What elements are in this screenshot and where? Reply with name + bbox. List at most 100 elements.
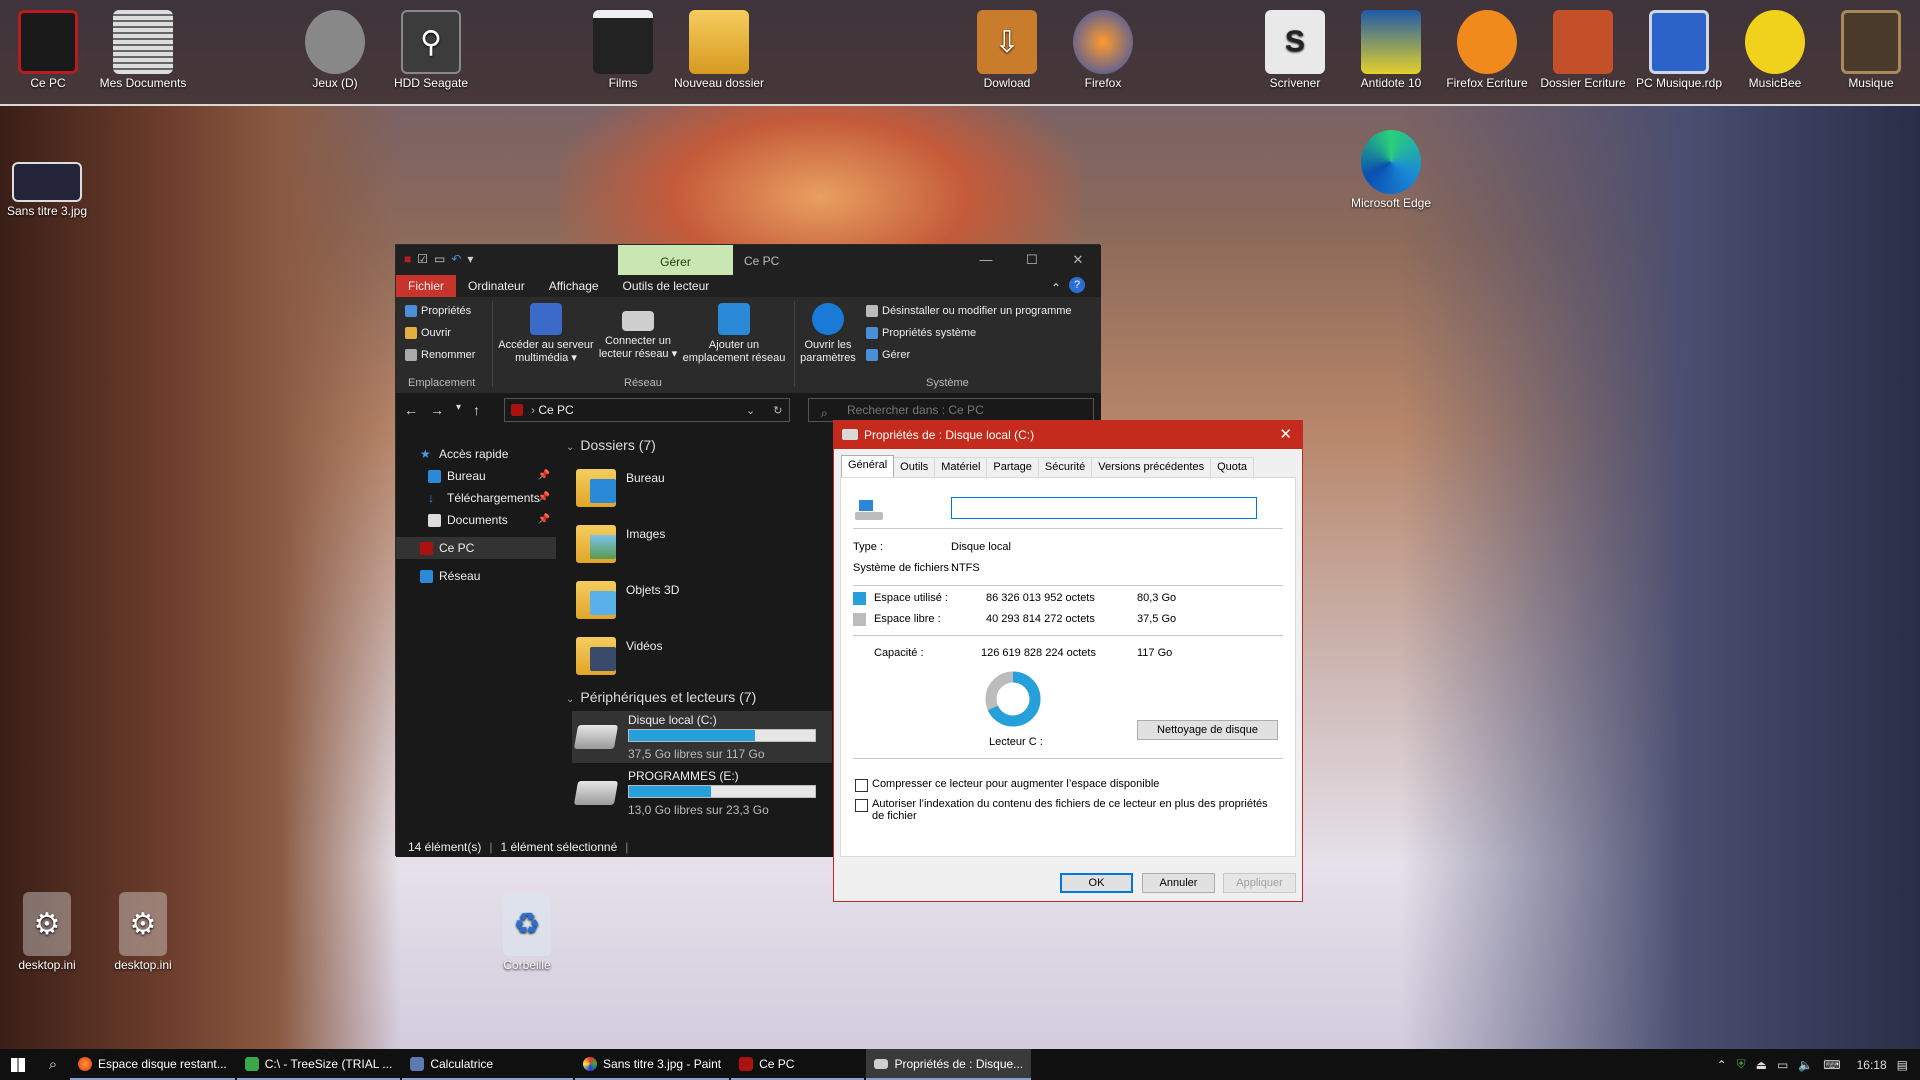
help-icon[interactable]: ? bbox=[1069, 277, 1085, 293]
volume-label-input[interactable] bbox=[951, 497, 1257, 519]
desktop-icon-scrivener[interactable]: S Scrivener bbox=[1250, 10, 1340, 90]
taskbar-item-proprietes[interactable]: Propriétés de : Disque... bbox=[866, 1049, 1032, 1080]
dialog-titlebar[interactable]: Propriétés de : Disque local (C:) ✕ bbox=[834, 421, 1302, 449]
chevron-down-icon[interactable]: ▾ bbox=[467, 252, 473, 266]
desktop-icon-firefox[interactable]: Firefox bbox=[1058, 10, 1148, 90]
forward-icon[interactable]: → bbox=[430, 402, 444, 418]
clock[interactable]: 16:18 bbox=[1857, 1058, 1887, 1072]
ok-button[interactable]: OK bbox=[1060, 873, 1133, 893]
tab-outils-de-lecteur[interactable]: Outils de lecteur bbox=[611, 275, 722, 297]
close-button[interactable]: ✕ bbox=[1055, 245, 1101, 275]
ribbon-gerer[interactable]: Gérer bbox=[866, 349, 910, 361]
nav-acces-rapide[interactable]: ★ Accès rapide bbox=[396, 443, 556, 465]
volume-icon[interactable]: 🔈 bbox=[1798, 1058, 1813, 1072]
desktop-icon-mes-documents[interactable]: Mes Documents bbox=[98, 10, 188, 90]
taskbar-item-calculatrice[interactable]: Calculatrice bbox=[402, 1049, 574, 1080]
folder-bureau[interactable]: Bureau bbox=[576, 463, 796, 511]
start-button[interactable] bbox=[0, 1049, 36, 1080]
desktop-icon-dossier-ecriture[interactable]: Dossier Ecriture bbox=[1538, 10, 1628, 90]
apply-button[interactable]: Appliquer bbox=[1223, 873, 1296, 893]
ribbon-desinstaller[interactable]: Désinstaller ou modifier un programme bbox=[866, 305, 1072, 317]
desktop-icon-antidote[interactable]: Antidote 10 bbox=[1346, 10, 1436, 90]
drive-e[interactable]: PROGRAMMES (E:) 13,0 Go libres sur 23,3 … bbox=[572, 767, 832, 819]
tray-chevron-icon[interactable]: ⌃ bbox=[1717, 1058, 1727, 1072]
disk-cleanup-button[interactable]: Nettoyage de disque bbox=[1137, 720, 1278, 740]
tab-quota[interactable]: Quota bbox=[1210, 457, 1255, 479]
nav-telechargements[interactable]: ↓ Téléchargements 📌 bbox=[396, 487, 556, 509]
back-icon[interactable]: ← bbox=[404, 402, 418, 418]
close-button[interactable]: ✕ bbox=[1279, 421, 1292, 449]
notifications-icon[interactable]: ▤ bbox=[1897, 1058, 1908, 1072]
drive-c[interactable]: Disque local (C:) 37,5 Go libres sur 117… bbox=[572, 711, 832, 763]
pin-icon[interactable]: 📌 bbox=[538, 465, 550, 487]
ribbon-connecter-lecteur[interactable]: Connecter un lecteur réseau ▾ bbox=[596, 303, 680, 361]
desktop-icon-edge[interactable]: Microsoft Edge bbox=[1346, 130, 1436, 210]
compress-checkbox[interactable] bbox=[855, 779, 868, 792]
tab-ordinateur[interactable]: Ordinateur bbox=[456, 275, 537, 297]
tab-affichage[interactable]: Affichage bbox=[537, 275, 611, 297]
ribbon-ajouter-emplacement[interactable]: Ajouter un emplacement réseau bbox=[680, 303, 788, 365]
tab-general[interactable]: Général bbox=[841, 455, 895, 477]
folder-images[interactable]: Images bbox=[576, 519, 796, 567]
desktop-icon-dowload[interactable]: ⇩ Dowload bbox=[962, 10, 1052, 90]
taskbar-item-firefox[interactable]: Espace disque restant... bbox=[70, 1049, 235, 1080]
properties-dialog[interactable]: Propriétés de : Disque local (C:) ✕ Géné… bbox=[833, 420, 1303, 902]
desktop-icon-films[interactable]: Films bbox=[578, 10, 668, 90]
nav-ce-pc[interactable]: Ce PC bbox=[396, 537, 556, 559]
index-option[interactable]: Autoriser l’indexation du contenu des fi… bbox=[855, 798, 1275, 822]
nav-bureau[interactable]: Bureau 📌 bbox=[396, 465, 556, 487]
pin-icon[interactable]: 📌 bbox=[538, 509, 550, 531]
ribbon-renommer[interactable]: Renommer bbox=[405, 349, 475, 361]
up-icon[interactable]: ↑ bbox=[473, 402, 480, 418]
ribbon-proprietes[interactable]: Propriétés bbox=[405, 305, 471, 317]
tab-fichier[interactable]: Fichier bbox=[396, 275, 457, 297]
recent-chevron-icon[interactable]: ▾ bbox=[456, 402, 461, 418]
cancel-button[interactable]: Annuler bbox=[1142, 873, 1215, 893]
tab-versions-precedentes[interactable]: Versions précédentes bbox=[1091, 457, 1212, 479]
tab-gerer[interactable]: Gérer bbox=[618, 245, 733, 275]
nav-reseau[interactable]: Réseau bbox=[396, 565, 556, 587]
undo-icon[interactable]: ↶ bbox=[451, 252, 461, 266]
desktop-icon-musique[interactable]: Musique bbox=[1826, 10, 1916, 90]
folder-objets-3d[interactable]: Objets 3D bbox=[576, 575, 796, 623]
ribbon-proprietes-systeme[interactable]: Propriétés système bbox=[866, 327, 976, 339]
desktop-icon-jeux[interactable]: Jeux (D) bbox=[290, 10, 380, 90]
desktop-icon-nouveau-dossier[interactable]: Nouveau dossier bbox=[674, 10, 764, 90]
maximize-button[interactable]: ☐ bbox=[1009, 245, 1055, 275]
usb-icon[interactable]: ⏏ bbox=[1756, 1058, 1767, 1072]
desktop-icon-sans-titre[interactable]: Sans titre 3.jpg bbox=[2, 162, 92, 218]
desktop-icon-desktop-ini-2[interactable]: ⚙ desktop.ini bbox=[98, 892, 188, 972]
search-input[interactable]: ⌕ Rechercher dans : Ce PC bbox=[808, 398, 1094, 422]
compress-option[interactable]: Compresser ce lecteur pour augmenter l’e… bbox=[855, 778, 1275, 792]
shield-icon[interactable]: ⛨ bbox=[1737, 1057, 1746, 1072]
desktop-icon-desktop-ini-1[interactable]: ⚙ desktop.ini bbox=[2, 892, 92, 972]
taskbar-item-paint[interactable]: Sans titre 3.jpg - Paint bbox=[575, 1049, 730, 1080]
search-icon[interactable]: ⌕ bbox=[36, 1056, 70, 1073]
keyboard-icon[interactable]: ⌨ bbox=[1823, 1058, 1840, 1072]
new-folder-icon[interactable]: ▭ bbox=[434, 252, 445, 266]
nav-documents[interactable]: Documents 📌 bbox=[396, 509, 556, 531]
taskbar-item-treesize[interactable]: C:\ - TreeSize (TRIAL ... bbox=[236, 1049, 401, 1080]
address-dropdown-icon[interactable]: ⌄ bbox=[746, 404, 755, 417]
taskbar-item-ce-pc[interactable]: Ce PC bbox=[731, 1049, 865, 1080]
group-dossiers[interactable]: ⌄ Dossiers (7) bbox=[566, 437, 656, 453]
group-peripheriques[interactable]: ⌄ Périphériques et lecteurs (7) bbox=[566, 689, 756, 705]
ribbon-acceder-serveur[interactable]: Accéder au serveur multimédia ▾ bbox=[494, 303, 598, 365]
tab-materiel[interactable]: Matériel bbox=[934, 457, 988, 479]
ribbon-ouvrir[interactable]: Ouvrir bbox=[405, 327, 451, 339]
explorer-titlebar[interactable]: ■ ☑ ▭ ↶ ▾ Gérer Ce PC — ☐ ✕ bbox=[396, 245, 1101, 275]
minimize-button[interactable]: — bbox=[963, 245, 1009, 275]
tab-partage[interactable]: Partage bbox=[986, 457, 1039, 479]
pin-icon[interactable]: 📌 bbox=[538, 487, 550, 509]
refresh-icon[interactable]: ↻ bbox=[773, 404, 782, 417]
collapse-ribbon-icon[interactable]: ⌃ bbox=[1051, 277, 1061, 299]
network-icon[interactable]: ▭ bbox=[1777, 1058, 1788, 1072]
properties-icon[interactable]: ☑ bbox=[417, 252, 428, 266]
index-checkbox[interactable] bbox=[855, 799, 868, 812]
desktop-icon-firefox-ecriture[interactable]: Firefox Ecriture bbox=[1442, 10, 1532, 90]
desktop-icon-hdd-seagate[interactable]: ⚲ HDD Seagate bbox=[386, 10, 476, 90]
tab-outils[interactable]: Outils bbox=[893, 457, 936, 479]
desktop-icon-ce-pc[interactable]: Ce PC bbox=[3, 10, 93, 90]
folder-videos[interactable]: Vidéos bbox=[576, 631, 796, 679]
desktop-icon-musicbee[interactable]: MusicBee bbox=[1730, 10, 1820, 90]
